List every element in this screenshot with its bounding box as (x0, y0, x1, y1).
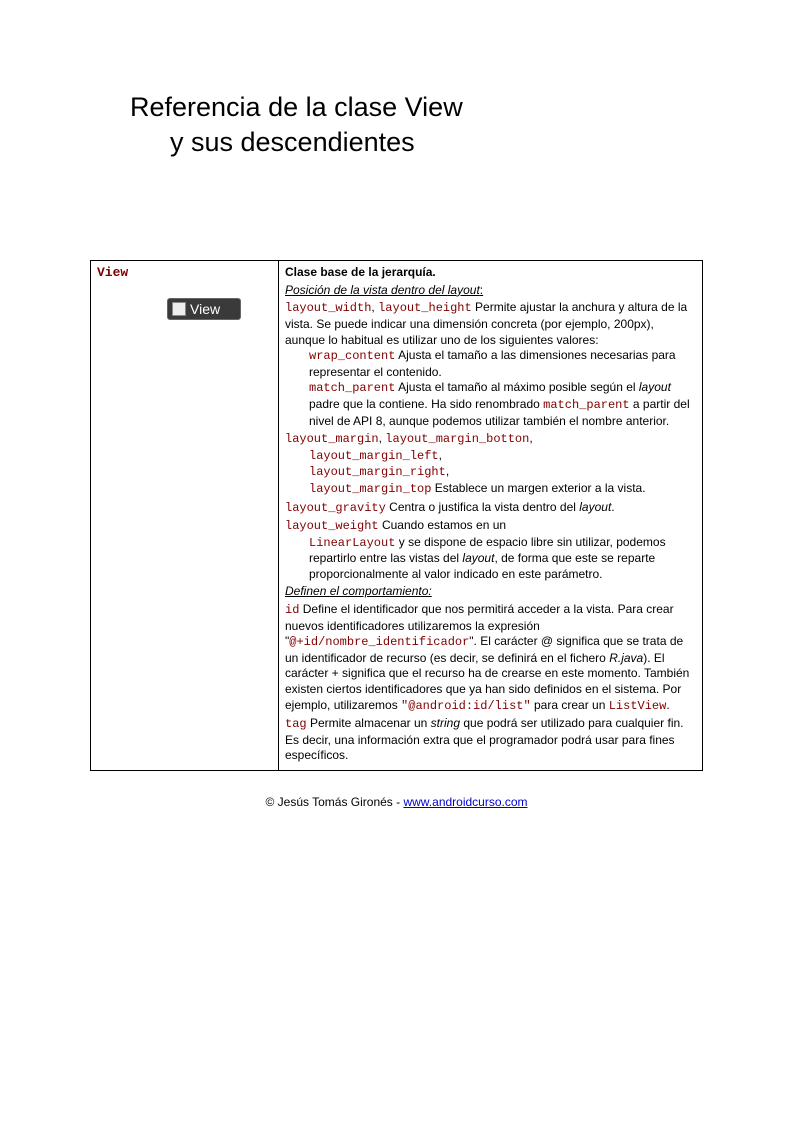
page: Referencia de la clase View y sus descen… (0, 0, 793, 839)
table-row: View View Clase base de la jerarquía. Po… (91, 261, 703, 771)
text: . (666, 698, 669, 712)
code-layout-weight: layout_weight (285, 519, 379, 533)
sub-wrap-content: wrap_content Ajusta el tamaño a las dime… (309, 348, 696, 380)
attr-layout-margin: layout_margin, layout_margin_botton, lay… (285, 431, 696, 497)
code-tag: tag (285, 717, 307, 731)
code-layout-margin-right: layout_margin_right (309, 465, 446, 479)
view-badge: View (167, 298, 241, 320)
text: Establece un margen exterior a la vista. (431, 481, 645, 495)
class-name: View (97, 265, 128, 280)
attr-body: wrap_content Ajusta el tamaño a las dime… (285, 348, 696, 429)
section-layout-word: layout (448, 283, 480, 297)
code-match-parent: match_parent (309, 381, 395, 395)
text: padre que la contiene. Ha sido renombrad… (309, 397, 543, 411)
section-behavior: Definen el comportamiento: (285, 584, 696, 600)
code-layout-margin-top: layout_margin_top (309, 482, 431, 496)
text: Centra o justifica la vista dentro del (386, 500, 579, 514)
code-layout-height: layout_height (378, 301, 472, 315)
code-layout-margin: layout_margin (285, 432, 379, 446)
description-cell: Clase base de la jerarquía. Posición de … (279, 261, 703, 771)
code-listview: ListView (609, 699, 667, 713)
title-line-1: Referencia de la clase View (130, 92, 463, 122)
sub-match-parent: match_parent Ajusta el tamaño al máximo … (309, 380, 696, 429)
section-text: Posición de la vista dentro del (285, 283, 448, 297)
code-layout-margin-left: layout_margin_left (309, 449, 439, 463)
attr-tag: tag Permite almacenar un string que podr… (285, 716, 696, 764)
code-id: id (285, 603, 299, 617)
title-line-2: y sus descendientes (130, 125, 703, 160)
class-heading: Clase base de la jerarquía. (285, 265, 436, 279)
italic-layout: layout (462, 551, 494, 565)
text: para crear un (531, 698, 609, 712)
code-layout-gravity: layout_gravity (285, 501, 386, 515)
attr-body: LinearLayout y se dispone de espacio lib… (285, 535, 696, 583)
code-match-parent-2: match_parent (543, 398, 629, 412)
italic-layout: layout (639, 380, 671, 394)
code-layout-width: layout_width (285, 301, 371, 315)
attr-layout-wh: layout_width, layout_height Permite ajus… (285, 300, 696, 429)
text: Permite almacenar un (307, 716, 431, 730)
code-android-id-list: "@android:id/list" (401, 699, 531, 713)
text: Ajusta el tamaño al máximo posible según… (395, 380, 638, 394)
code-linearlayout: LinearLayout (309, 536, 395, 550)
code-layout-margin-botton: layout_margin_botton (385, 432, 529, 446)
page-title: Referencia de la clase View y sus descen… (90, 90, 703, 160)
text: . (611, 500, 614, 514)
section-colon: : (480, 283, 483, 297)
attr-layout-gravity: layout_gravity Centra o justifica la vis… (285, 500, 696, 517)
attr-id: id Define el identificador que nos permi… (285, 602, 696, 714)
spacer (90, 160, 703, 260)
reference-table: View View Clase base de la jerarquía. Po… (90, 260, 703, 771)
italic-layout: layout (579, 500, 611, 514)
attr-layout-weight: layout_weight Cuando estamos en un Linea… (285, 518, 696, 582)
footer: © Jesús Tomás Gironés - www.androidcurso… (90, 795, 703, 809)
view-badge-label: View (190, 300, 220, 318)
code-wrap-content: wrap_content (309, 349, 395, 363)
italic-rjava: R.java (609, 651, 643, 665)
code-id-expr: @+id/nombre_identificador (289, 635, 469, 649)
section-position: Posición de la vista dentro del layout: (285, 283, 696, 299)
square-icon (172, 302, 186, 316)
footer-link[interactable]: www.androidcurso.com (403, 795, 527, 809)
class-cell: View View (91, 261, 279, 771)
italic-string: string (431, 716, 460, 730)
copyright: © Jesús Tomás Gironés - (265, 795, 403, 809)
text: Cuando estamos en un (379, 518, 506, 532)
attr-body: layout_margin_left, layout_margin_right,… (285, 448, 696, 498)
